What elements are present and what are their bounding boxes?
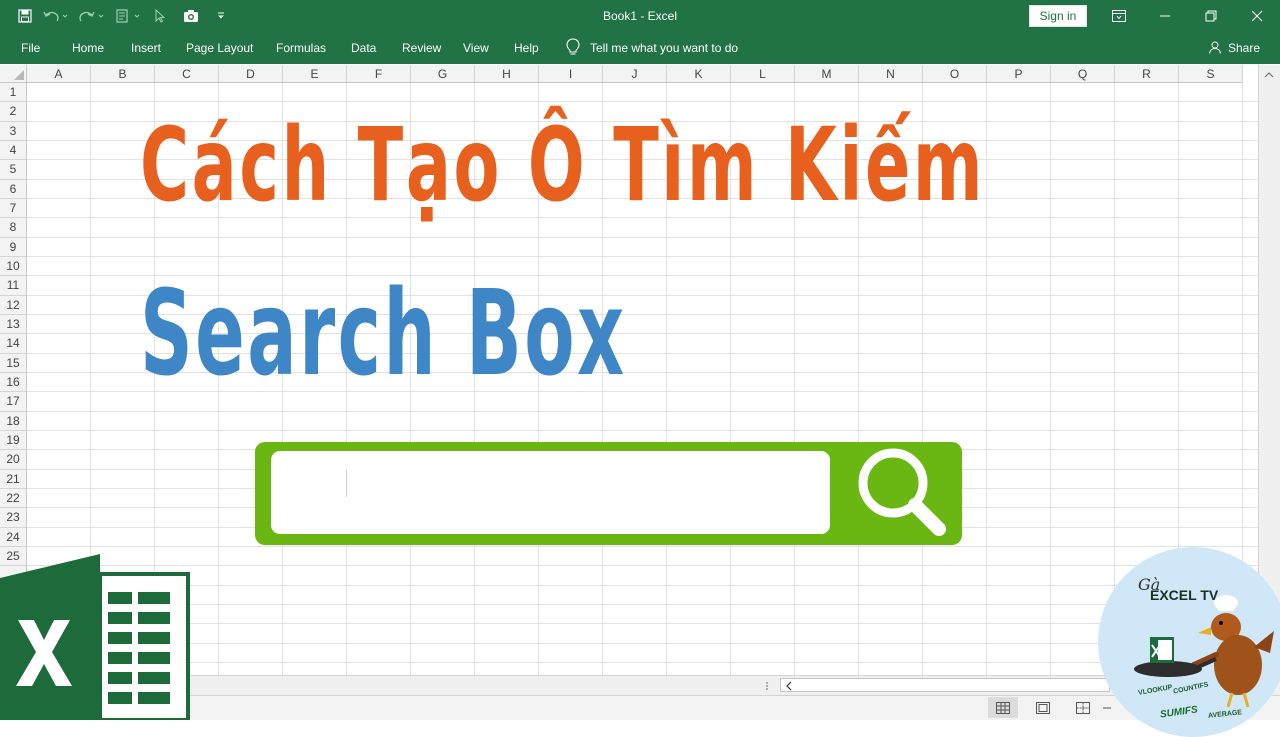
row-header[interactable]: 2 — [0, 102, 27, 122]
search-input-graphic — [271, 451, 830, 534]
tab-formulas[interactable]: Formulas — [276, 32, 326, 64]
tab-help[interactable]: Help — [514, 32, 539, 64]
tab-file[interactable]: File — [21, 32, 40, 64]
column-header[interactable]: B — [91, 65, 155, 83]
tab-data[interactable]: Data — [351, 32, 376, 64]
share-label: Share — [1228, 41, 1261, 55]
magnifier-icon — [853, 443, 949, 544]
channel-badge: Gà EXCEL TV COUNTIFS SUMIFS VLOOKUP AVER… — [1098, 547, 1280, 737]
person-icon — [1208, 40, 1222, 57]
gridline-horizontal — [27, 623, 1258, 625]
gridline-horizontal — [27, 642, 1258, 644]
tab-page-layout[interactable]: Page Layout — [186, 32, 253, 64]
gridline-horizontal — [27, 101, 1258, 103]
tab-review[interactable]: Review — [402, 32, 441, 64]
column-header[interactable]: C — [155, 65, 219, 83]
ribbon-display-options-icon[interactable] — [1096, 0, 1142, 32]
gridline-horizontal — [27, 565, 1258, 567]
search-box-graphic — [255, 442, 962, 545]
column-header[interactable]: J — [603, 65, 667, 83]
row-header[interactable]: 5 — [0, 160, 27, 180]
gridline-horizontal — [27, 603, 1258, 605]
gridline-vertical — [1050, 83, 1051, 675]
row-header[interactable]: 1 — [0, 83, 27, 103]
gridline-horizontal — [27, 410, 1258, 412]
column-header[interactable]: P — [987, 65, 1051, 83]
column-header[interactable]: O — [923, 65, 987, 83]
select-all-corner[interactable] — [0, 65, 27, 83]
horizontal-scrollbar[interactable] — [780, 678, 1110, 692]
column-header[interactable]: I — [539, 65, 603, 83]
minimize-icon[interactable] — [1142, 0, 1188, 32]
row-header[interactable]: 18 — [0, 411, 27, 431]
row-header[interactable]: 8 — [0, 218, 27, 238]
text-caret — [346, 469, 347, 497]
tab-home[interactable]: Home — [72, 32, 104, 64]
search-button-graphic — [840, 442, 962, 545]
column-header[interactable]: F — [347, 65, 411, 83]
page-break-view-icon[interactable] — [1068, 697, 1098, 718]
ribbon-tabs: File Home Insert Page Layout Formulas Da… — [0, 32, 1280, 64]
thumbnail-title-english: Search Box — [140, 264, 627, 402]
lightbulb-icon — [566, 37, 580, 59]
close-icon[interactable] — [1234, 0, 1280, 32]
column-header[interactable]: M — [795, 65, 859, 83]
gridline-horizontal — [27, 255, 1258, 257]
gridline-horizontal — [27, 545, 1258, 547]
column-header[interactable]: R — [1115, 65, 1179, 83]
row-header[interactable]: 4 — [0, 140, 27, 161]
excel-logo — [0, 554, 190, 722]
gridline-horizontal — [27, 584, 1258, 586]
row-header[interactable]: 11 — [0, 276, 27, 296]
gridline-horizontal — [27, 661, 1258, 663]
restore-icon[interactable] — [1188, 0, 1234, 32]
column-header[interactable]: G — [411, 65, 475, 83]
row-header[interactable]: 17 — [0, 392, 27, 412]
column-header[interactable]: L — [731, 65, 795, 83]
page-layout-view-icon[interactable] — [1028, 697, 1058, 718]
row-header[interactable]: 14 — [0, 334, 27, 354]
gridline-vertical — [986, 83, 987, 675]
row-header[interactable]: 22 — [0, 488, 27, 509]
thumbnail-title-vietnamese: Cách Tạo Ô Tìm Kiếm — [140, 106, 986, 225]
row-header[interactable]: 10 — [0, 256, 27, 277]
column-header[interactable]: H — [475, 65, 539, 83]
row-header[interactable]: 13 — [0, 314, 27, 335]
gridline-horizontal — [27, 429, 1258, 431]
window-title: Book1 - Excel — [602, 9, 678, 23]
tell-me-label: Tell me what you want to do — [590, 41, 739, 55]
column-header[interactable]: K — [667, 65, 731, 83]
row-header[interactable]: 24 — [0, 527, 27, 547]
normal-view-icon[interactable] — [988, 697, 1018, 718]
row-header[interactable]: 19 — [0, 430, 27, 451]
row-header[interactable]: 3 — [0, 121, 27, 141]
row-header[interactable]: 21 — [0, 469, 27, 489]
column-header[interactable]: D — [219, 65, 283, 83]
row-header[interactable]: 23 — [0, 508, 27, 528]
column-header[interactable]: E — [283, 65, 347, 83]
split-handle[interactable] — [764, 679, 774, 691]
column-header[interactable]: S — [1179, 65, 1243, 83]
row-header[interactable]: 6 — [0, 179, 27, 199]
row-header[interactable]: 15 — [0, 353, 27, 373]
share-button[interactable]: Share — [1208, 32, 1260, 64]
sign-in-button[interactable]: Sign in — [1029, 5, 1087, 27]
row-header[interactable]: 7 — [0, 198, 27, 219]
column-header[interactable]: N — [859, 65, 923, 83]
row-header[interactable]: 20 — [0, 450, 27, 470]
title-bar: Book1 - Excel Sign in — [0, 0, 1280, 32]
gridline-horizontal — [27, 236, 1258, 238]
tell-me-search[interactable]: Tell me what you want to do — [566, 32, 738, 64]
column-header[interactable]: A — [27, 65, 91, 83]
tab-insert[interactable]: Insert — [131, 32, 161, 64]
column-header[interactable]: Q — [1051, 65, 1115, 83]
tab-view[interactable]: View — [463, 32, 489, 64]
row-header[interactable]: 16 — [0, 372, 27, 393]
row-header[interactable]: 12 — [0, 295, 27, 315]
row-header[interactable]: 9 — [0, 237, 27, 257]
